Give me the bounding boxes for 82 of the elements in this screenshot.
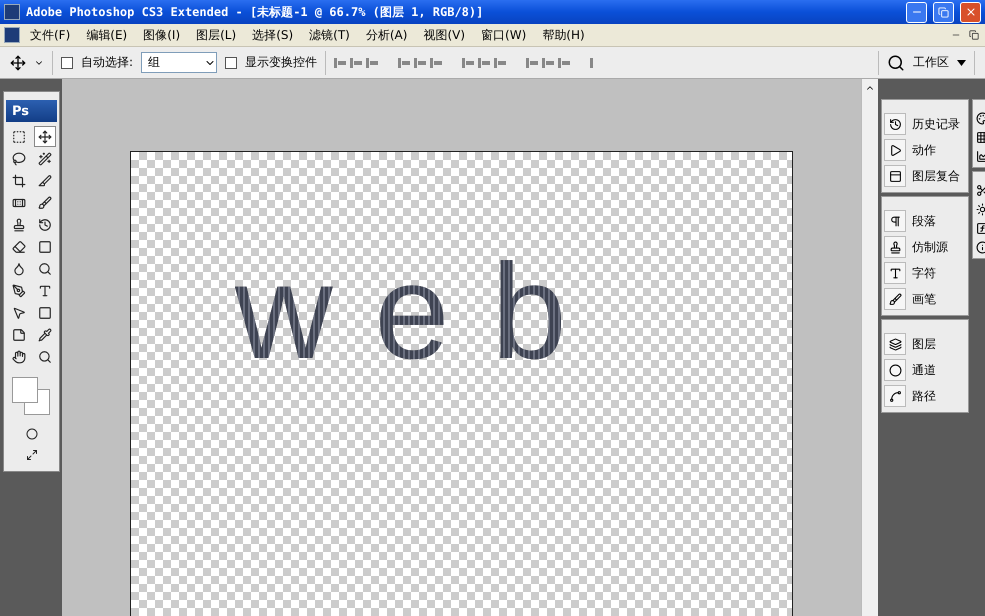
scissors-icon <box>976 184 985 197</box>
type-icon <box>888 266 902 280</box>
restore-icon <box>938 6 949 18</box>
panel-button[interactable]: 图层 <box>884 332 968 356</box>
crop-icon <box>12 174 26 188</box>
lasso-icon <box>12 152 26 166</box>
document-icon <box>4 27 20 43</box>
panel-button[interactable]: 段落 <box>884 209 968 233</box>
brush-icon <box>888 292 902 306</box>
brush-icon <box>38 196 52 210</box>
logo: Ps <box>6 100 57 122</box>
menu-item[interactable]: 视图(V) <box>417 26 472 44</box>
close-icon <box>964 6 976 18</box>
dashed-square-icon <box>12 130 26 144</box>
panel-button[interactable]: 画笔 <box>884 287 968 311</box>
history-icon <box>888 118 902 130</box>
note-icon <box>12 328 26 342</box>
type-icon <box>38 284 52 298</box>
menu-item[interactable]: 文件(F) <box>24 26 76 44</box>
menu-item[interactable]: 窗口(W) <box>475 26 532 44</box>
menu-item[interactable]: 选择(S) <box>246 26 300 44</box>
pointer-icon <box>12 306 26 320</box>
panel-button[interactable]: 路径 <box>884 384 968 408</box>
magnifier-icon <box>38 262 52 276</box>
minimize-button[interactable] <box>906 2 927 22</box>
pipette-icon <box>38 328 52 342</box>
expand-icon <box>26 448 38 460</box>
history-icon <box>38 218 52 232</box>
info-icon <box>976 241 985 254</box>
panel-button[interactable]: 动作 <box>884 138 968 162</box>
knife-icon <box>38 174 52 188</box>
checkbox-label: 显示变换控件 <box>245 54 318 71</box>
palette-icon <box>976 112 985 125</box>
checkbox[interactable] <box>225 56 238 68</box>
panel-button[interactable]: 仿制源 <box>884 235 968 259</box>
search-icon[interactable] <box>887 54 905 72</box>
menu-item[interactable]: 帮助(H) <box>536 26 591 44</box>
menu-item[interactable]: 编辑(E) <box>80 26 134 44</box>
function-icon <box>976 222 985 235</box>
pilcrow-icon <box>888 214 902 228</box>
stamp-icon <box>12 218 26 232</box>
layers-icon <box>888 338 902 350</box>
close-button[interactable] <box>960 2 981 22</box>
window-title: Adobe Photoshop CS3 Extended - [未标题-1 @ 66.7% (图层 1, RGB/8)] <box>26 4 484 20</box>
panel-button[interactable]: 字符 <box>884 261 968 285</box>
pen-icon <box>12 284 26 298</box>
move-icon <box>38 130 52 144</box>
checkbox-label: 自动选择: <box>81 54 134 71</box>
chart-icon <box>976 150 985 163</box>
search-icon <box>38 350 52 364</box>
droplet-icon <box>12 262 26 276</box>
square-icon <box>38 240 52 254</box>
move-icon[interactable] <box>10 54 26 70</box>
color-swatches-icon[interactable] <box>12 377 52 417</box>
caret-icon <box>957 60 966 66</box>
menu-item[interactable]: 分析(A) <box>360 26 414 44</box>
checkbox[interactable] <box>61 56 73 68</box>
panel-button[interactable]: 通道 <box>884 358 968 382</box>
scrollbar[interactable] <box>861 79 878 616</box>
hand-icon <box>12 350 26 364</box>
panel-icon <box>888 170 902 182</box>
square-icon <box>38 306 52 320</box>
path-icon <box>888 390 902 402</box>
circle-icon <box>26 428 38 440</box>
tool-button[interactable] <box>34 126 56 147</box>
document-restore-icon[interactable] <box>967 28 981 42</box>
select-field[interactable]: 组 <box>141 52 218 73</box>
circle-icon <box>888 364 902 376</box>
grid-icon <box>976 131 985 144</box>
panel-button[interactable]: 历史记录 <box>884 112 968 136</box>
stamp-icon <box>888 240 902 254</box>
eraser-icon <box>12 240 26 254</box>
magic-wand-icon <box>38 152 52 166</box>
panel-button[interactable]: 图层复合 <box>884 164 968 188</box>
app-icon <box>4 4 20 20</box>
restore-button[interactable] <box>933 2 954 22</box>
menu-item[interactable]: 图像(I) <box>137 26 186 44</box>
menu-item[interactable]: 图层(L) <box>190 26 242 44</box>
workspace-menu[interactable]: 工作区 <box>913 54 949 71</box>
sun-icon <box>976 203 985 216</box>
play-icon <box>888 144 902 156</box>
menu-item[interactable]: 滤镜(T) <box>303 26 356 44</box>
